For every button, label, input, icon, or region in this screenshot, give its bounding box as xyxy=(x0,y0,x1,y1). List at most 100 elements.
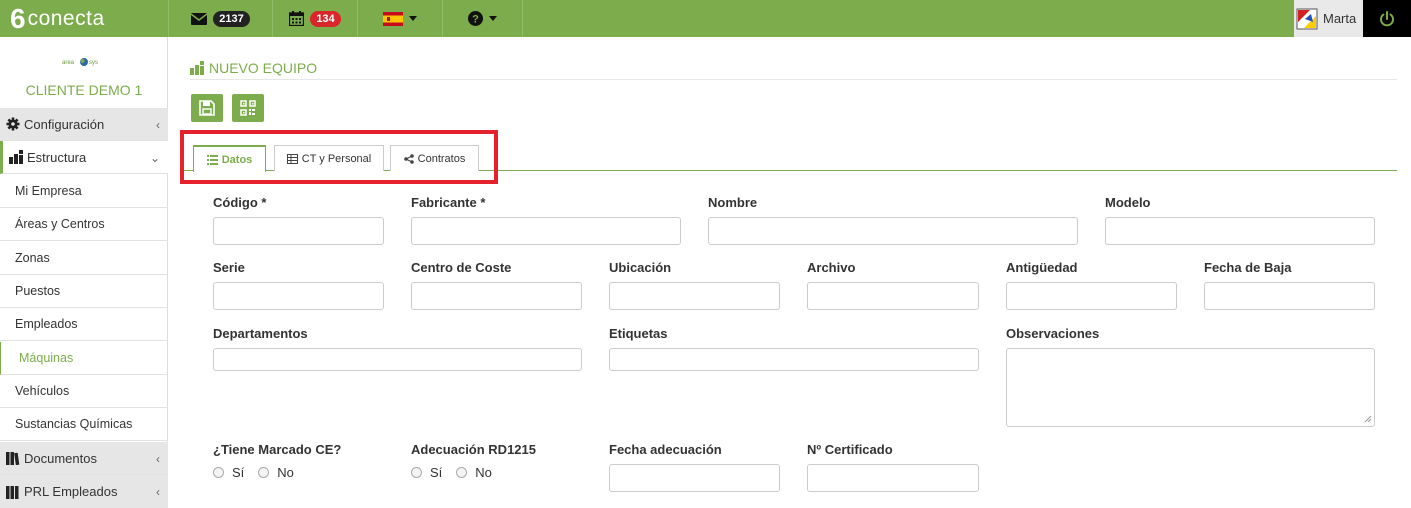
nombre-label: Nombre xyxy=(708,195,758,210)
sidebar-item-label: Sustancias Químicas xyxy=(15,417,133,431)
modelo-label: Modelo xyxy=(1105,195,1151,210)
serie-label: Serie xyxy=(213,260,245,275)
page-title-text: NUEVO EQUIPO xyxy=(209,60,318,76)
svg-text:?: ? xyxy=(472,14,479,26)
ubicacion-input[interactable] xyxy=(609,282,780,310)
spain-flag-icon xyxy=(383,11,403,26)
observaciones-textarea[interactable] xyxy=(1006,348,1375,427)
sidebar-item-vehiculos[interactable]: Vehículos xyxy=(0,375,168,408)
tab-label: CT y Personal xyxy=(301,152,372,165)
avatar xyxy=(1296,8,1318,29)
radio-label: Sí xyxy=(232,465,245,480)
sidebar-item-empleados[interactable]: Empleados xyxy=(0,308,168,341)
departamentos-input[interactable] xyxy=(213,348,582,371)
sidebar-item-estructura[interactable]: Estructura ⌄ xyxy=(0,141,168,174)
fecha-adecuacion-input[interactable] xyxy=(609,464,780,492)
logo-mark: 6 xyxy=(10,3,26,34)
sidebar-item-label: Puestos xyxy=(15,284,61,298)
antiguedad-label: Antigüedad xyxy=(1006,260,1078,275)
tab-datos[interactable]: Datos xyxy=(193,145,266,172)
certificado-input[interactable] xyxy=(807,464,979,492)
chevron-left-icon: ‹ xyxy=(156,484,160,499)
chevron-left-icon: ‹ xyxy=(156,451,160,466)
title-divider xyxy=(190,79,1397,80)
top-bar: 6 conecta 2137 134 ? Marta xyxy=(0,0,1411,37)
sidebar-item-areas-centros[interactable]: Áreas y Centros xyxy=(0,208,168,241)
messages-button[interactable]: 2137 xyxy=(168,0,272,37)
serie-input[interactable] xyxy=(213,282,384,310)
sidebar-item-mi-empresa[interactable]: Mi Empresa xyxy=(0,175,168,208)
organization-logo: area sys xyxy=(62,57,104,67)
sidebar-item-documentos[interactable]: Documentos ‹ xyxy=(0,442,168,475)
marcado-ce-si-radio[interactable] xyxy=(213,467,224,478)
save-icon xyxy=(199,100,215,116)
nombre-input[interactable] xyxy=(708,217,1078,245)
sidebar-item-configuracion[interactable]: Configuración ‹ xyxy=(0,108,168,141)
user-menu[interactable]: Marta xyxy=(1294,0,1363,37)
etiquetas-input[interactable] xyxy=(609,348,979,371)
fabricante-label: Fabricante * xyxy=(411,195,486,210)
resize-handle-icon[interactable] xyxy=(1364,415,1372,423)
gear-icon xyxy=(6,117,20,131)
departamentos-label: Departamentos xyxy=(213,326,308,341)
sidebar-item-label: Estructura xyxy=(27,149,87,165)
adecuacion-si-radio[interactable] xyxy=(411,467,422,478)
etiquetas-label: Etiquetas xyxy=(609,326,668,341)
centro-coste-input[interactable] xyxy=(411,282,582,310)
logout-button[interactable] xyxy=(1363,0,1411,37)
ubicacion-label: Ubicación xyxy=(609,260,672,275)
sidebar-item-label: Mi Empresa xyxy=(15,184,82,198)
app-logo[interactable]: 6 conecta xyxy=(0,0,168,37)
observaciones-label: Observaciones xyxy=(1006,326,1100,341)
antiguedad-input[interactable] xyxy=(1006,282,1177,310)
codigo-input[interactable] xyxy=(213,217,384,245)
sitemap-icon xyxy=(9,150,23,164)
help-menu[interactable]: ? xyxy=(442,0,523,37)
fabricante-input[interactable] xyxy=(411,217,681,245)
codigo-label: Código * xyxy=(213,195,267,210)
radio-label: Sí xyxy=(430,465,443,480)
sidebar-item-sustancias-quimicas[interactable]: Sustancias Químicas xyxy=(0,408,168,441)
sidebar-item-label: Vehículos xyxy=(15,384,70,398)
qr-code-icon xyxy=(240,100,256,116)
adecuacion-label: Adecuación RD1215 xyxy=(411,442,536,457)
chevron-down-icon: ⌄ xyxy=(149,150,160,165)
certificado-label: Nº Certificado xyxy=(807,442,893,457)
calendar-button[interactable]: 134 xyxy=(272,0,357,37)
archivo-label: Archivo xyxy=(807,260,856,275)
adecuacion-no-radio[interactable] xyxy=(456,467,468,478)
language-selector[interactable] xyxy=(357,0,442,37)
centro-coste-label: Centro de Coste xyxy=(411,260,512,275)
tab-ct-personal[interactable]: CT y Personal xyxy=(274,145,384,171)
sidebar-item-label: Zonas xyxy=(15,251,50,265)
user-name: Marta xyxy=(1323,11,1357,26)
fecha-adecuacion-label: Fecha adecuación xyxy=(609,442,722,457)
radio-label: No xyxy=(475,465,492,480)
save-button[interactable] xyxy=(191,94,223,122)
modelo-input[interactable] xyxy=(1105,217,1375,245)
power-icon xyxy=(1380,10,1394,26)
sidebar-item-label: Configuración xyxy=(24,116,105,132)
question-icon: ? xyxy=(468,11,483,26)
books-icon xyxy=(6,485,20,499)
sitemap-icon xyxy=(190,61,204,75)
tab-label: Contratos xyxy=(417,152,466,165)
tab-contratos[interactable]: Contratos xyxy=(390,145,479,171)
marcado-ce-no-radio[interactable] xyxy=(258,467,270,478)
sidebar-item-label: Empleados xyxy=(15,317,78,331)
adecuacion-radio-group: Sí No xyxy=(411,465,506,480)
table-icon xyxy=(286,153,298,164)
sidebar-item-puestos[interactable]: Puestos xyxy=(0,275,168,308)
client-name: CLIENTE DEMO 1 xyxy=(25,82,143,98)
calendar-icon xyxy=(289,11,305,26)
messages-count-badge: 2137 xyxy=(213,10,250,27)
page-title: NUEVO EQUIPO xyxy=(190,60,317,76)
chevron-left-icon: ‹ xyxy=(156,117,160,132)
sidebar-item-maquinas[interactable]: Máquinas xyxy=(0,342,168,375)
sidebar-item-prl-empleados[interactable]: PRL Empleados ‹ xyxy=(0,475,168,508)
qr-code-button[interactable] xyxy=(232,94,264,122)
sidebar-item-zonas[interactable]: Zonas xyxy=(0,242,168,275)
logo-word: conecta xyxy=(27,6,105,30)
archivo-input[interactable] xyxy=(807,282,979,310)
fecha-baja-input[interactable] xyxy=(1204,282,1375,310)
